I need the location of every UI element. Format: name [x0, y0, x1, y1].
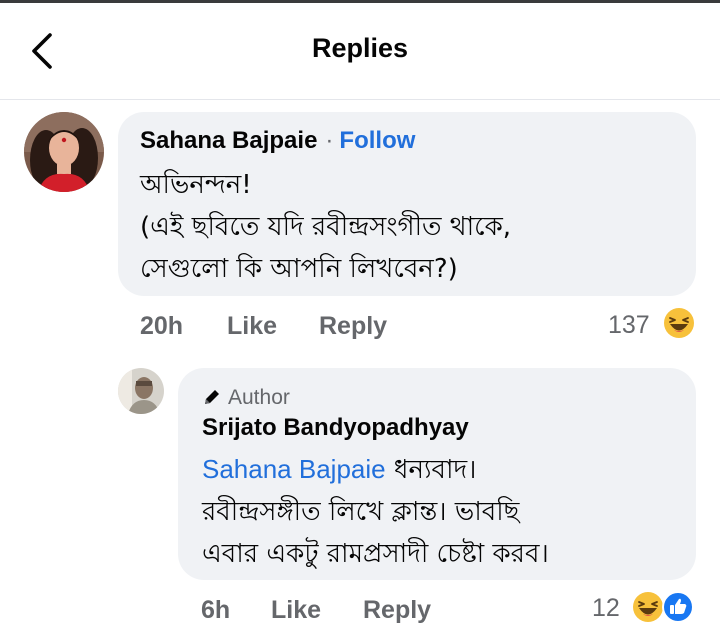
- like-button[interactable]: Like: [227, 312, 277, 341]
- reply-actions: 6h Like Reply: [201, 596, 501, 628]
- reply-bubble[interactable]: Author Srijato Bandyopadhyay Sahana Bajp…: [178, 368, 696, 580]
- comment-time[interactable]: 20h: [140, 312, 183, 341]
- reply-reply-button[interactable]: Reply: [363, 596, 431, 625]
- separator-dot: ·: [325, 127, 334, 154]
- reaction-count[interactable]: 137: [608, 311, 650, 340]
- app-header: Replies: [0, 3, 720, 100]
- avatar[interactable]: [24, 112, 104, 192]
- reply-text-rest: রবীন্দ্রসঙ্গীত লিখে ক্লান্ত। ভাবছি এবার …: [202, 497, 549, 569]
- like-icon[interactable]: [662, 591, 694, 623]
- haha-emoji-icon[interactable]: [632, 591, 664, 623]
- follow-button[interactable]: Follow: [339, 127, 415, 154]
- comment-author[interactable]: Sahana Bajpaie: [140, 127, 317, 154]
- reply-time[interactable]: 6h: [201, 596, 230, 625]
- author-badge: Author: [202, 386, 290, 410]
- haha-emoji-icon[interactable]: [663, 307, 695, 339]
- reply-author[interactable]: Srijato Bandyopadhyay: [202, 414, 469, 442]
- reply-button[interactable]: Reply: [319, 312, 387, 341]
- pencil-icon: [205, 390, 219, 404]
- reply-like-button[interactable]: Like: [271, 596, 321, 625]
- comment-actions: 20h Like Reply: [140, 312, 440, 344]
- reply-reaction-count[interactable]: 12: [592, 594, 620, 623]
- reply-avatar[interactable]: [118, 368, 164, 414]
- page-title: Replies: [311, 33, 409, 63]
- comment-bubble[interactable]: Sahana Bajpaie · Follow অভিনন্দন! (এই ছবিত…: [118, 112, 696, 296]
- mention-link[interactable]: Sahana Bajpaie: [202, 454, 386, 484]
- reply-text: Sahana Bajpaie ধন্যবাদ। রবীন্দ্রসঙ্গীত ল…: [202, 448, 692, 575]
- reply-text-first: ধন্যবাদ।: [385, 455, 477, 485]
- author-badge-label: Author: [228, 386, 290, 409]
- comment-text: অভিনন্দন! (এই ছবিতে যদি রবীন্দ্রসংগীত থা…: [140, 170, 512, 284]
